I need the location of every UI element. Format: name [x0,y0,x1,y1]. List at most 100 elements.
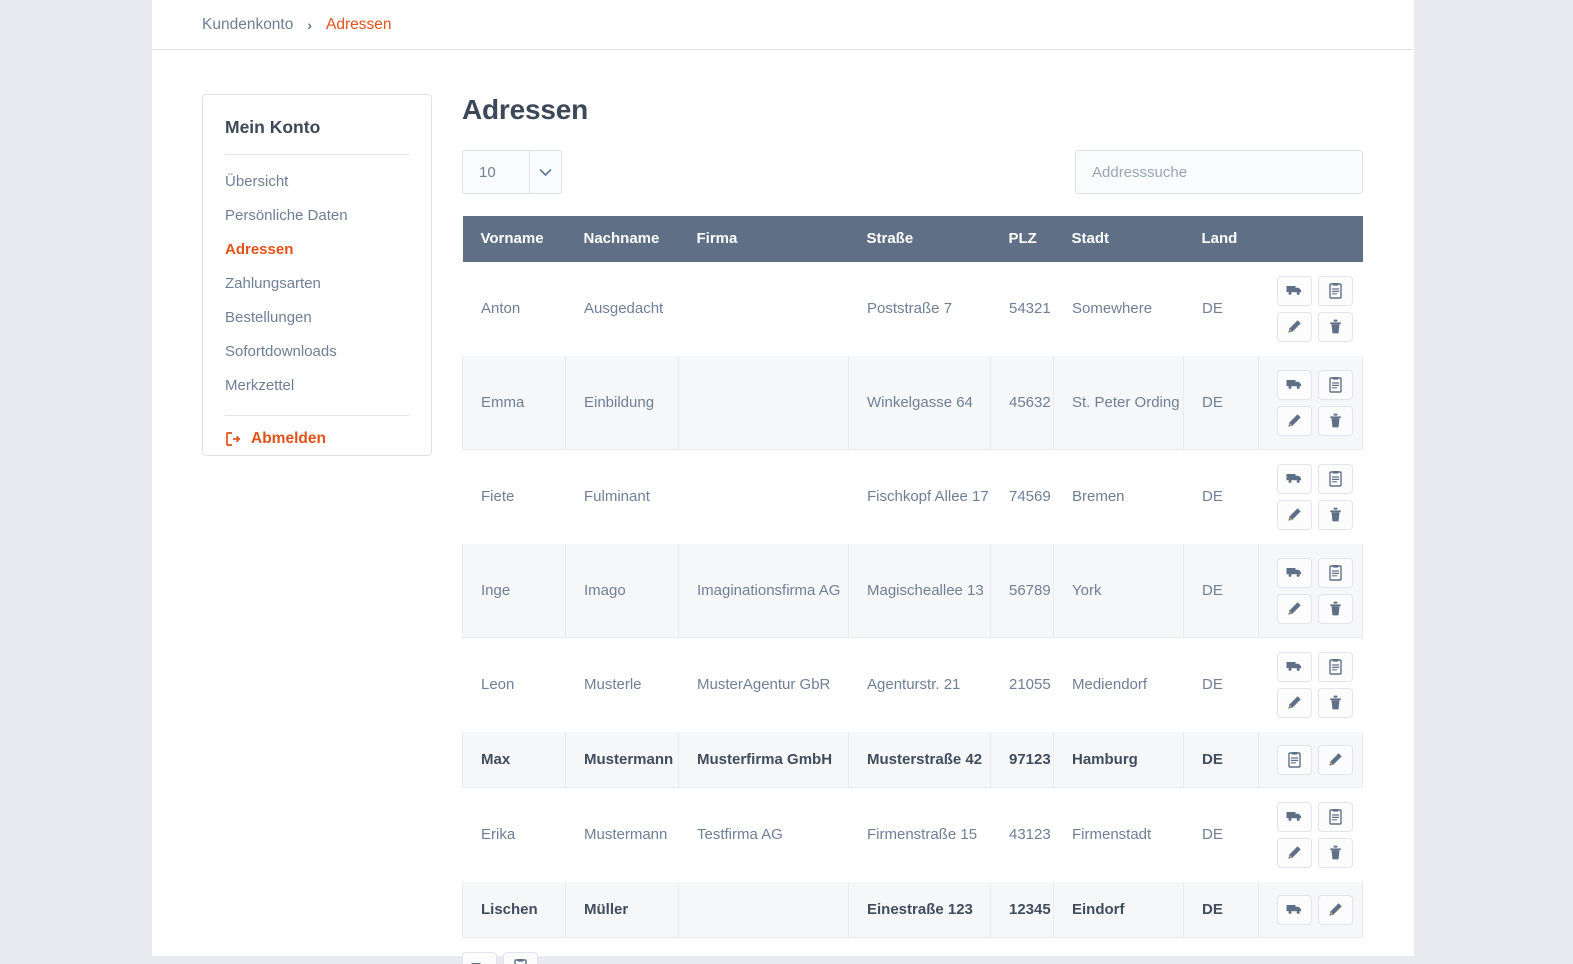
truck-button[interactable] [1277,652,1312,682]
sidebar-item-sofortdownloads[interactable]: Sofortdownloads [203,335,431,369]
cell-nachname: Imago [566,544,679,638]
column-header-strasse: Straße [849,216,991,262]
invoice-button[interactable] [1318,370,1353,400]
truck-icon [1286,903,1303,916]
pencil-button[interactable] [1277,688,1312,718]
trash-button[interactable] [1318,406,1353,436]
pencil-button[interactable] [1277,838,1312,868]
truck-button[interactable] [1277,802,1312,832]
row-actions [1277,558,1353,624]
pencil-button[interactable] [1318,895,1353,925]
sidebar-item-adressen[interactable]: Adressen [203,233,431,267]
cell-vorname: Inge [463,544,566,638]
sidebar-title: Mein Konto [203,117,431,154]
body-wrapper: Mein Konto Übersicht Persönliche Daten A… [152,50,1414,964]
cell-nachname: Mustermann [566,788,679,882]
table-header-row: Vorname Nachname Firma Straße PLZ Stadt … [463,216,1363,262]
truck-button[interactable] [1277,370,1312,400]
cell-nachname: Müller [566,882,679,938]
invoice-button[interactable] [1318,276,1353,306]
pencil-icon [1287,845,1302,860]
cell-land: DE [1184,544,1259,638]
column-header-actions [1259,216,1363,262]
truck-button[interactable] [462,952,497,964]
invoice-button[interactable] [503,952,538,964]
cell-stadt: St. Peter Ording [1054,356,1184,450]
pencil-button[interactable] [1277,594,1312,624]
invoice-button[interactable] [1318,802,1353,832]
sidebar-item-uebersicht[interactable]: Übersicht [203,165,431,199]
trash-button[interactable] [1318,500,1353,530]
pencil-button[interactable] [1277,312,1312,342]
pencil-icon [1287,413,1302,428]
cell-firma: Musterfirma GmbH [679,732,849,788]
trash-button[interactable] [1318,594,1353,624]
table-row: AntonAusgedachtPoststraße 754321Somewher… [463,262,1363,356]
trash-button[interactable] [1318,312,1353,342]
pencil-button[interactable] [1277,500,1312,530]
truck-button[interactable] [1277,895,1312,925]
trash-icon [1329,695,1342,710]
chevron-down-icon[interactable] [529,151,561,193]
cell-actions [1259,544,1363,638]
trash-button[interactable] [1318,688,1353,718]
pencil-button[interactable] [1318,745,1353,775]
cell-vorname: Leon [463,638,566,732]
cell-actions [1259,638,1363,732]
cell-vorname: Emma [463,356,566,450]
sidebar-item-persoenliche-daten[interactable]: Persönliche Daten [203,199,431,233]
truck-icon [1286,378,1303,391]
invoice-icon [1329,659,1342,675]
truck-icon [1286,284,1303,297]
cell-actions [1259,732,1363,788]
trash-button[interactable] [1318,838,1353,868]
cell-firma [679,262,849,356]
cell-vorname: Lischen [463,882,566,938]
row-actions [1277,464,1353,530]
cell-strasse: Einestraße 123 [849,882,991,938]
truck-button[interactable] [1277,558,1312,588]
cell-land: DE [1184,450,1259,544]
cell-actions [1259,356,1363,450]
pencil-icon [1328,902,1343,917]
trash-icon [1329,319,1342,334]
logout-icon [225,431,241,447]
invoice-icon [514,959,527,964]
sidebar-item-bestellungen[interactable]: Bestellungen [203,301,431,335]
invoice-icon [1288,752,1301,768]
cell-vorname: Fiete [463,450,566,544]
pencil-icon [1287,507,1302,522]
cell-land: DE [1184,262,1259,356]
cell-strasse: Winkelgasse 64 [849,356,991,450]
trash-icon [1329,845,1342,860]
sidebar-item-merkzettel[interactable]: Merkzettel [203,369,431,403]
invoice-button[interactable] [1318,652,1353,682]
logout-button[interactable]: Abmelden [203,426,431,452]
truck-button[interactable] [1277,464,1312,494]
truck-button[interactable] [1277,276,1312,306]
trash-icon [1329,601,1342,616]
breadcrumb-link-kundenkonto[interactable]: Kundenkonto [202,16,293,34]
invoice-button[interactable] [1277,745,1312,775]
cell-strasse: Poststraße 7 [849,262,991,356]
row-actions [1277,276,1353,342]
cell-strasse: Magischeallee 13 [849,544,991,638]
trash-icon [1329,413,1342,428]
pencil-button[interactable] [1277,406,1312,436]
row-actions [1277,745,1353,775]
cell-firma: Testfirma AG [679,788,849,882]
table-row: EmmaEinbildungWinkelgasse 6445632St. Pet… [463,356,1363,450]
cell-land: DE [1184,732,1259,788]
invoice-button[interactable] [1318,558,1353,588]
cell-stadt: Bremen [1054,450,1184,544]
search-input[interactable] [1075,150,1363,194]
invoice-button[interactable] [1318,464,1353,494]
row-actions [1277,370,1353,436]
breadcrumb: Kundenkonto › Adressen [152,0,1414,50]
cell-nachname: Ausgedacht [566,262,679,356]
page-size-value: 10 [463,151,529,193]
sidebar-item-zahlungsarten[interactable]: Zahlungsarten [203,267,431,301]
page-size-select[interactable]: 10 [462,150,562,194]
row-actions [462,952,538,964]
page-title: Adressen [462,94,1363,126]
